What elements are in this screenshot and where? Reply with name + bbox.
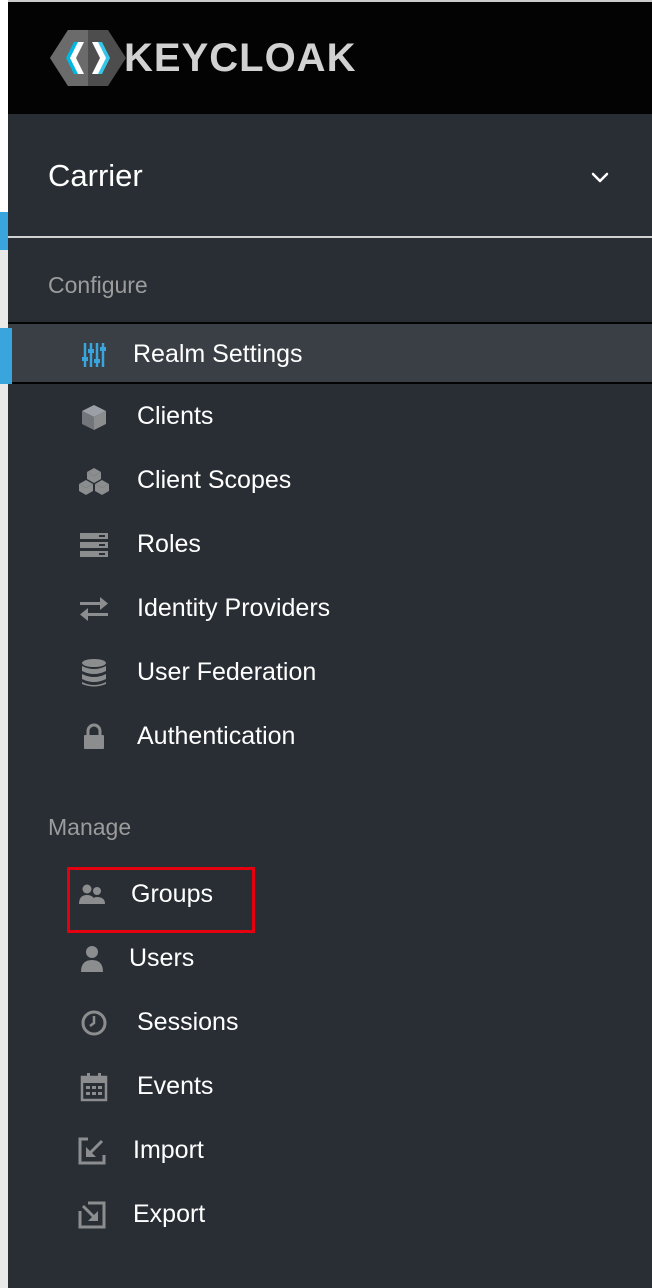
page: KEYCLOAK Carrier Configure Realm Setting… bbox=[0, 0, 652, 1288]
nav-label: Sessions bbox=[137, 1008, 239, 1036]
exchange-icon bbox=[77, 592, 111, 626]
cubes-icon bbox=[77, 464, 111, 498]
nav-label: Export bbox=[133, 1200, 206, 1228]
chevron-down-icon bbox=[591, 172, 609, 183]
nav-item-import[interactable]: Import bbox=[8, 1120, 652, 1182]
nav-label: Client Scopes bbox=[137, 466, 292, 494]
realm-selector[interactable]: Carrier bbox=[8, 114, 652, 238]
nav-item-user-federation[interactable]: User Federation bbox=[8, 642, 652, 704]
logo-text: KEYCLOAK bbox=[124, 35, 357, 80]
keycloak-logo-icon bbox=[50, 30, 126, 86]
nav-item-client-scopes[interactable]: Client Scopes bbox=[8, 450, 652, 512]
nav-label: User Federation bbox=[137, 658, 317, 686]
nav-label: Clients bbox=[137, 402, 214, 430]
user-icon bbox=[75, 942, 109, 976]
keycloak-logo[interactable]: KEYCLOAK bbox=[48, 26, 356, 90]
nav-label: Groups bbox=[131, 880, 213, 908]
roles-list-icon bbox=[77, 528, 111, 562]
sliders-icon bbox=[77, 338, 111, 372]
realm-name: Carrier bbox=[48, 158, 143, 193]
nav-label: Users bbox=[129, 944, 195, 972]
export-icon bbox=[75, 1198, 109, 1232]
section-label-configure: Configure bbox=[48, 272, 148, 298]
nav-item-users[interactable]: Users bbox=[8, 928, 652, 990]
nav-item-roles[interactable]: Roles bbox=[8, 514, 652, 576]
nav-item-authentication[interactable]: Authentication bbox=[8, 706, 652, 768]
nav-item-clients[interactable]: Clients bbox=[8, 386, 652, 448]
lock-icon bbox=[77, 720, 111, 754]
import-icon bbox=[75, 1134, 109, 1168]
sidebar: KEYCLOAK Carrier Configure Realm Setting… bbox=[0, 0, 652, 1288]
nav-label: Events bbox=[137, 1072, 214, 1100]
clock-icon bbox=[77, 1006, 111, 1040]
nav-label: Roles bbox=[137, 530, 201, 558]
header: KEYCLOAK bbox=[8, 0, 652, 114]
section-label-manage: Manage bbox=[48, 814, 132, 840]
nav-item-events[interactable]: Events bbox=[8, 1056, 652, 1118]
nav-item-identity-providers[interactable]: Identity Providers bbox=[8, 578, 652, 640]
nav-item-realm-settings[interactable]: Realm Settings bbox=[0, 322, 652, 384]
nav-label: Realm Settings bbox=[133, 340, 303, 368]
nav-item-sessions[interactable]: Sessions bbox=[8, 992, 652, 1054]
nav-item-groups[interactable]: Groups bbox=[8, 864, 652, 926]
nav-item-export[interactable]: Export bbox=[8, 1184, 652, 1246]
database-icon bbox=[77, 656, 111, 690]
users-icon bbox=[75, 878, 109, 912]
background-page-edge bbox=[0, 0, 8, 1288]
nav-label: Import bbox=[133, 1136, 204, 1164]
cube-icon bbox=[77, 400, 111, 434]
active-indicator bbox=[0, 328, 12, 384]
nav-label: Identity Providers bbox=[137, 594, 331, 622]
calendar-icon bbox=[77, 1070, 111, 1104]
nav-label: Authentication bbox=[137, 722, 296, 750]
